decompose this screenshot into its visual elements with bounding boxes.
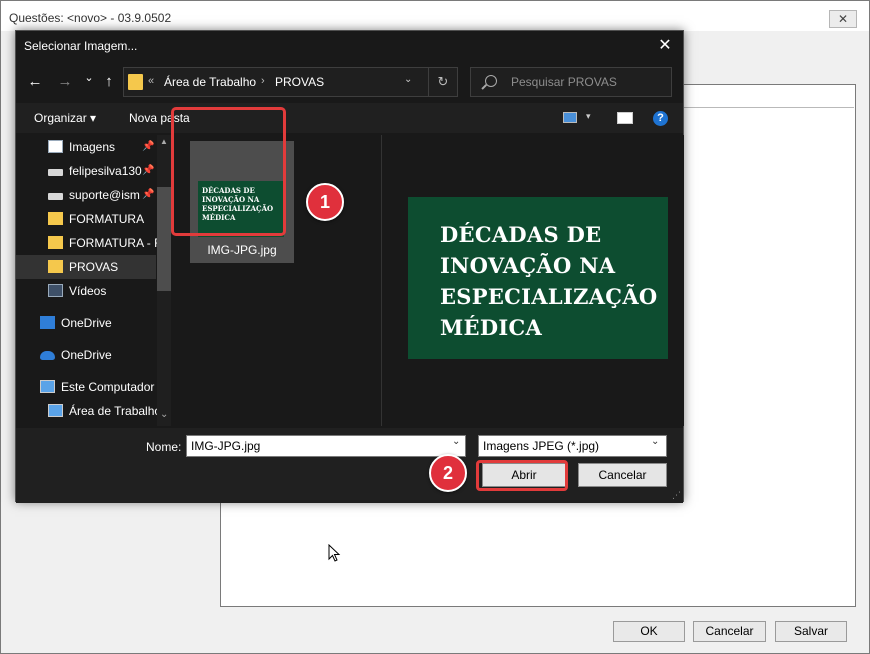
breadcrumb-separator-icon: › (261, 75, 265, 87)
dialog-title: Selecionar Imagem... (24, 39, 138, 53)
sidebar-item-videos[interactable]: Vídeos (16, 279, 156, 303)
sidebar-item-formatura[interactable]: FORMATURA (16, 207, 156, 231)
mouse-cursor-icon (328, 544, 341, 562)
sidebar-item-felipesilva130[interactable]: felipesilva130 📌 (16, 159, 156, 183)
sidebar-item-label: OneDrive (61, 348, 112, 362)
folder-icon (128, 74, 143, 90)
pin-icon: 📌 (142, 189, 155, 200)
folder-icon (48, 236, 63, 249)
sidebar-item-suporte[interactable]: suporte@ism 📌 (16, 183, 156, 207)
desktop-icon (48, 404, 63, 417)
filename-label: Nome: (146, 440, 182, 454)
breadcrumb-desktop[interactable]: Área de Trabalho (164, 75, 256, 89)
onedrive-business-icon (40, 316, 55, 329)
images-icon (48, 140, 63, 153)
step-2-badge: 2 (429, 454, 467, 492)
background-divider (684, 107, 854, 108)
preview-image: DÉCADAS DE INOVAÇÃO NA ESPECIALIZAÇÃO MÉ… (408, 197, 668, 359)
file-name-label: IMG-JPG.jpg (207, 243, 277, 257)
help-icon[interactable]: ? (653, 111, 668, 126)
folder-icon (48, 260, 63, 273)
up-arrow-icon[interactable]: ↑ (100, 73, 118, 90)
sidebar-item-label: Imagens (69, 140, 116, 154)
sidebar-item-label: suporte@ism (69, 188, 140, 202)
sidebar-scroll-thumb[interactable] (157, 187, 171, 291)
sidebar-item-label: PROVAS (69, 260, 119, 274)
file-type-select[interactable]: Imagens JPEG (*.jpg) (478, 435, 667, 457)
background-titlebar: Questões: <novo> - 03.9.0502 ✕ (1, 1, 869, 31)
network-drive-icon (48, 169, 63, 176)
sidebar-item-imagens[interactable]: Imagens 📌 (16, 135, 156, 159)
file-highlight-box (171, 107, 286, 236)
onedrive-icon (40, 351, 55, 360)
videos-icon (48, 284, 63, 297)
file-type-dropdown-icon[interactable]: ⌄ (651, 436, 659, 447)
folder-icon (48, 212, 63, 225)
preview-line-1: DÉCADAS DE (440, 222, 602, 247)
view-options-caret-icon[interactable]: ▾ (586, 111, 591, 122)
sidebar-item-area-de-trabalho[interactable]: Área de Trabalho (16, 399, 161, 423)
pin-icon: 📌 (142, 141, 155, 152)
preview-line-3: ESPECIALIZAÇÃO (440, 284, 658, 309)
background-cancel-button[interactable]: Cancelar (693, 621, 766, 642)
sidebar-item-label: OneDrive (61, 316, 112, 330)
sidebar-item-label: Vídeos (69, 284, 107, 298)
filename-dropdown-icon[interactable]: ⌄ (452, 436, 460, 447)
sidebar-item-label: felipesilva130 (69, 164, 142, 178)
preview-line-2: INOVAÇÃO NA (440, 253, 616, 278)
preview-line-4: MÉDICA (440, 315, 543, 340)
address-dropdown-icon[interactable]: ⌄ (404, 74, 412, 85)
back-arrow-icon[interactable]: ← (26, 73, 44, 90)
preview-pane: DÉCADAS DE INOVAÇÃO NA ESPECIALIZAÇÃO MÉ… (381, 135, 684, 426)
refresh-button[interactable]: ↻ (428, 67, 458, 97)
save-button[interactable]: Salvar (775, 621, 847, 642)
dialog-close-button[interactable]: ✕ (655, 36, 675, 56)
sidebar-item-label: FORMATURA (69, 212, 145, 226)
sidebar-item-onedrive[interactable]: OneDrive (16, 343, 156, 367)
search-placeholder: Pesquisar PROVAS (511, 75, 617, 89)
dialog-toolbar: Organizar ▾ Nova pasta ▾ ? (16, 103, 683, 133)
forward-arrow-icon[interactable]: → (56, 73, 74, 90)
sidebar-item-provas[interactable]: PROVAS (16, 255, 156, 279)
search-input[interactable]: Pesquisar PROVAS (470, 67, 672, 97)
cancel-button[interactable]: Cancelar (578, 463, 667, 487)
open-button-highlight-box (476, 460, 568, 491)
sidebar-item-formatura-r[interactable]: FORMATURA - R (16, 231, 163, 255)
resize-grip-icon[interactable]: ⋰ (672, 490, 681, 501)
sidebar-item-onedrive-business[interactable]: OneDrive (16, 311, 156, 335)
select-image-dialog: Selecionar Imagem... ✕ ← → ⌄ ↑ « Área de… (15, 30, 684, 503)
network-drive-icon (48, 193, 63, 200)
scroll-up-icon[interactable]: ▲ (160, 137, 168, 146)
preview-pane-toggle-icon[interactable] (617, 112, 633, 124)
sidebar-item-label: Este Computador (61, 380, 155, 394)
filename-input[interactable]: IMG-JPG.jpg (186, 435, 466, 457)
ok-button[interactable]: OK (613, 621, 685, 642)
address-bar[interactable]: « Área de Trabalho › PROVAS ⌄ (123, 67, 435, 97)
sidebar-item-label: FORMATURA - R (69, 236, 163, 250)
sidebar-item-este-computador[interactable]: Este Computador (16, 375, 156, 399)
pin-icon: 📌 (142, 165, 155, 176)
organize-menu-button[interactable]: Organizar ▾ (34, 111, 96, 125)
view-mode-icon[interactable] (563, 112, 577, 123)
recent-locations-chevron-icon[interactable]: ⌄ (80, 71, 98, 84)
sidebar-item-label: Área de Trabalho (69, 404, 162, 418)
navigation-sidebar: Imagens 📌 felipesilva130 📌 suporte@ism 📌… (16, 135, 172, 426)
background-close-button[interactable]: ✕ (829, 10, 857, 28)
dialog-bottom-bar: Nome: IMG-JPG.jpg ⌄ Imagens JPEG (*.jpg)… (16, 428, 683, 503)
computer-icon (40, 380, 55, 393)
scroll-down-icon[interactable]: ⌄ (160, 409, 168, 420)
background-window-title: Questões: <novo> - 03.9.0502 (9, 11, 172, 25)
step-1-badge: 1 (306, 183, 344, 221)
address-overflow-chevron[interactable]: « (148, 75, 154, 87)
search-icon (485, 75, 497, 87)
breadcrumb-provas[interactable]: PROVAS (275, 75, 324, 89)
